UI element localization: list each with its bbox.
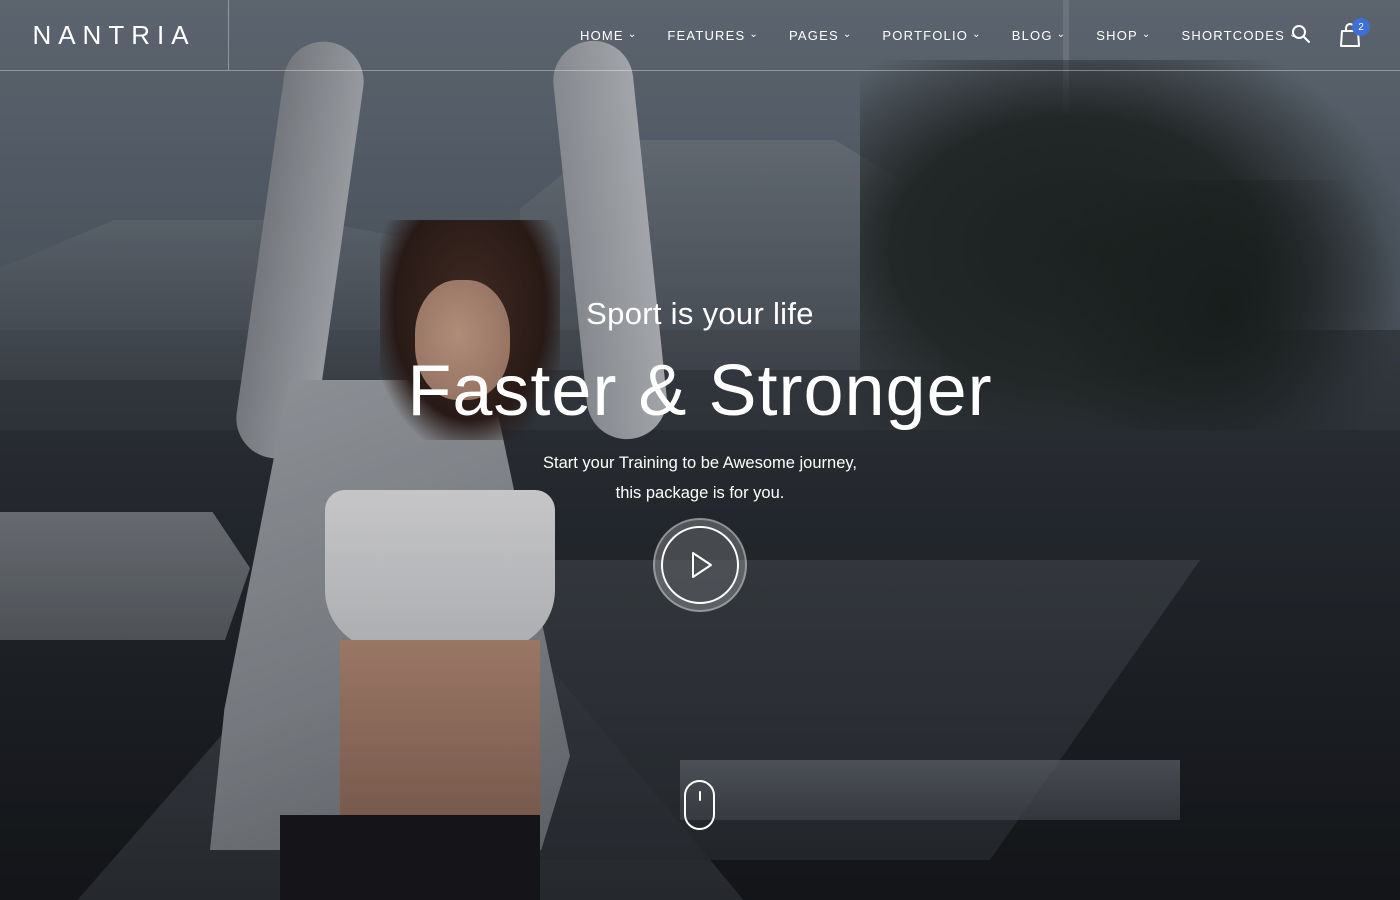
nav-item-label: HOME <box>580 27 624 43</box>
hero-description-line: Start your Training to be Awesome journe… <box>543 454 857 472</box>
hero-description-line: this package is for you. <box>615 484 785 502</box>
chevron-down-icon: ⌄ <box>627 29 638 40</box>
chevron-down-icon: ⌄ <box>1056 29 1067 40</box>
nav-item-portfolio[interactable]: PORTFOLIO ⌄ <box>882 28 981 43</box>
mouse-scroll-icon[interactable] <box>684 780 715 830</box>
cart-count-badge: 2 <box>1352 18 1370 36</box>
search-icon[interactable] <box>1291 24 1311 44</box>
logo-container[interactable]: NANTRIA <box>0 0 229 70</box>
play-icon <box>661 526 739 604</box>
hero-section: NANTRIA HOME ⌄ FEATURES ⌄ PAGES ⌄ PORTFO… <box>0 0 1400 900</box>
nav-item-label: PAGES <box>788 27 839 43</box>
play-icon-graphic <box>692 552 712 578</box>
search-icon-graphic <box>1292 25 1310 43</box>
hero-title: Faster & Stronger <box>407 351 993 431</box>
chevron-down-icon: ⌄ <box>972 29 982 40</box>
hero-description: Start your Training to be Awesome journe… <box>0 448 1400 508</box>
nav-item-label: FEATURES <box>667 27 746 43</box>
site-header: NANTRIA HOME ⌄ FEATURES ⌄ PAGES ⌄ PORTFO… <box>0 0 1400 71</box>
nav-item-blog[interactable]: BLOG ⌄ <box>1012 28 1067 43</box>
chevron-down-icon: ⌄ <box>749 29 759 40</box>
nav-item-features[interactable]: FEATURES ⌄ <box>667 28 759 43</box>
nav-item-pages[interactable]: PAGES ⌄ <box>789 28 852 43</box>
nav-item-label: BLOG <box>1011 27 1053 43</box>
play-video-button[interactable] <box>653 518 747 612</box>
chevron-down-icon: ⌄ <box>842 29 853 40</box>
nav-item-shortcodes[interactable]: SHORTCODES ⌄ <box>1181 28 1298 43</box>
site-logo[interactable]: NANTRIA <box>32 20 195 51</box>
nav-item-label: PORTFOLIO <box>882 27 969 43</box>
nav-item-label: SHORTCODES <box>1181 27 1285 43</box>
hero-content: Sport is your life Faster & Stronger Sta… <box>0 0 1400 900</box>
nav-item-label: SHOP <box>1096 27 1138 43</box>
main-nav: HOME ⌄ FEATURES ⌄ PAGES ⌄ PORTFOLIO ⌄ BL… <box>580 0 1299 70</box>
hero-subtitle: Sport is your life <box>586 296 814 331</box>
chevron-down-icon: ⌄ <box>1141 29 1152 40</box>
nav-item-home[interactable]: HOME ⌄ <box>580 28 637 43</box>
nav-item-shop[interactable]: SHOP ⌄ <box>1096 28 1151 43</box>
